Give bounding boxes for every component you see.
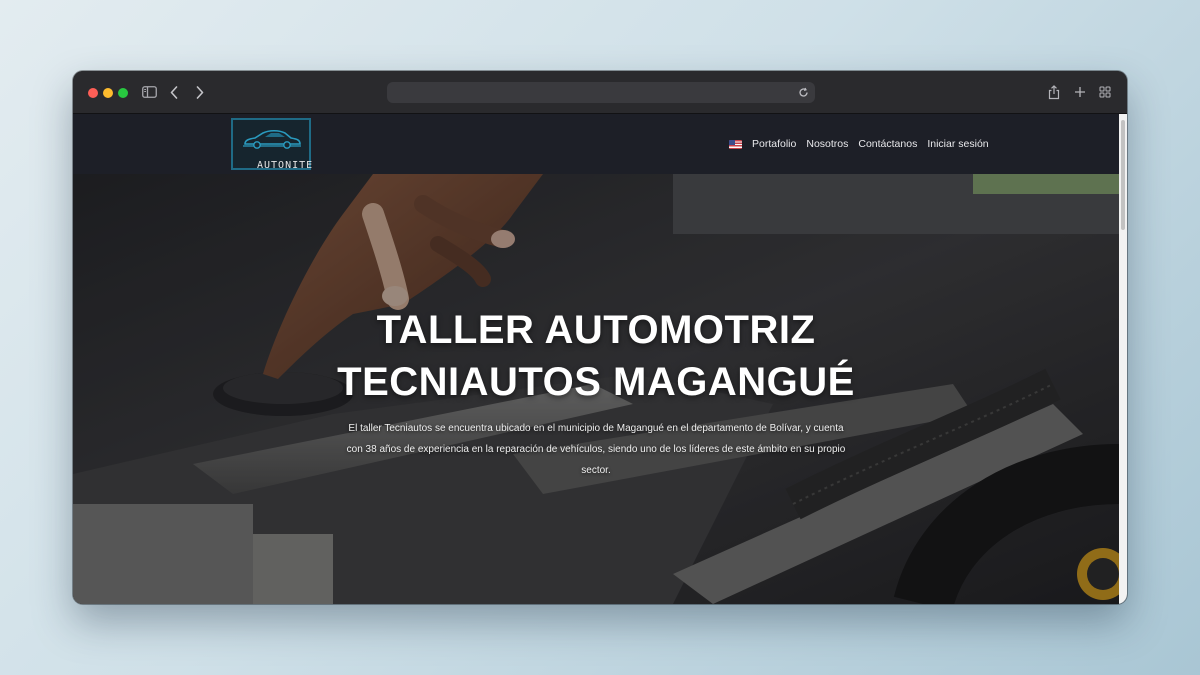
page-scrollbar[interactable] xyxy=(1119,114,1127,604)
hero-title-line-2: TECNIAUTOS MAGANGUÉ xyxy=(337,360,855,404)
back-chevron-icon[interactable] xyxy=(167,83,181,101)
minimize-window-button[interactable] xyxy=(103,88,113,98)
site-header: AUTONITE Portafolio Nosotros Contáctanos… xyxy=(73,114,1119,174)
car-icon xyxy=(243,129,301,149)
hero-title-line-1: TALLER AUTOMOTRIZ xyxy=(376,308,816,352)
site-logo[interactable]: AUTONITE xyxy=(231,118,314,171)
us-flag-icon[interactable] xyxy=(729,139,742,149)
scrollbar-thumb[interactable] xyxy=(1121,120,1125,230)
page-viewport: AUTONITE Portafolio Nosotros Contáctanos… xyxy=(73,114,1119,604)
zoom-window-button[interactable] xyxy=(118,88,128,98)
browser-toolbar xyxy=(73,71,1127,114)
address-bar[interactable] xyxy=(387,82,815,103)
sidebar-icon[interactable] xyxy=(141,83,157,101)
logo-text: AUTONITE xyxy=(257,160,314,171)
tab-overview-icon[interactable] xyxy=(1097,83,1113,101)
close-window-button[interactable] xyxy=(88,88,98,98)
nav-iniciar-sesion[interactable]: Iniciar sesión xyxy=(927,138,988,150)
forward-chevron-icon[interactable] xyxy=(193,83,207,101)
nav-nosotros[interactable]: Nosotros xyxy=(806,138,848,150)
reload-icon[interactable] xyxy=(796,85,810,99)
share-icon[interactable] xyxy=(1046,83,1062,101)
plus-icon[interactable] xyxy=(1072,83,1088,101)
main-nav: Portafolio Nosotros Contáctanos Iniciar … xyxy=(729,138,989,150)
hero-description: El taller Tecniautos se encuentra ubicad… xyxy=(346,423,846,476)
hero-section: TALLER AUTOMOTRIZ TECNIAUTOS MAGANGUÉ El… xyxy=(73,174,1119,604)
nav-portafolio[interactable]: Portafolio xyxy=(752,138,796,150)
nav-contactanos[interactable]: Contáctanos xyxy=(858,138,917,150)
browser-window: AUTONITE Portafolio Nosotros Contáctanos… xyxy=(73,71,1127,604)
